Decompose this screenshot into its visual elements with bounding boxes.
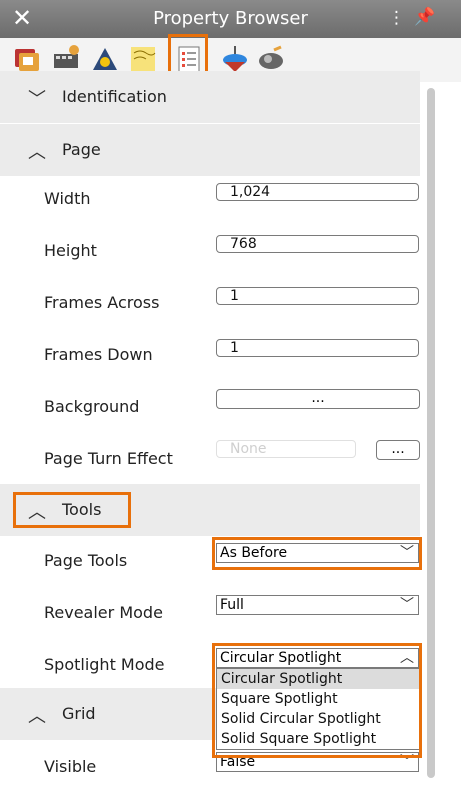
page-tools-highlight xyxy=(212,537,422,570)
chevron-down-icon: ﹀ xyxy=(28,89,46,110)
vertical-scrollbar[interactable] xyxy=(427,88,435,778)
pin-icon[interactable]: 📌 xyxy=(414,7,435,27)
chevron-up-icon: ︿ xyxy=(28,142,46,163)
section-identification[interactable]: ﹀ Identification xyxy=(0,71,420,123)
spotlight-mode-label: Spotlight Mode xyxy=(44,655,165,674)
page-turn-field: None xyxy=(216,440,356,458)
note-icon[interactable] xyxy=(128,44,158,74)
title-bar: ✕ Property Browser ⋮ 📌 xyxy=(0,0,461,38)
background-label: Background xyxy=(44,397,140,416)
revealer-mode-label: Revealer Mode xyxy=(44,603,163,622)
chevron-down-icon: ﹀ xyxy=(400,597,414,613)
spotlight-highlight xyxy=(212,643,422,758)
section-title: Grid xyxy=(62,704,96,723)
frames-down-label: Frames Down xyxy=(44,345,153,364)
page-tools-label: Page Tools xyxy=(44,551,128,570)
background-button[interactable]: ... xyxy=(216,389,420,409)
tools-highlight xyxy=(13,492,131,528)
grid-visible-label: Visible xyxy=(44,757,97,776)
section-title: Identification xyxy=(62,87,167,106)
height-label: Height xyxy=(44,241,97,260)
section-page[interactable]: ︿ Page xyxy=(0,124,420,176)
frames-down-field[interactable]: 1 xyxy=(216,339,419,357)
width-label: Width xyxy=(44,189,91,208)
height-field[interactable]: 768 xyxy=(216,235,419,253)
section-title: Page xyxy=(62,140,101,159)
spinner-top-icon[interactable] xyxy=(220,44,250,74)
width-field[interactable]: 1,024 xyxy=(216,183,419,201)
page-properties-icon[interactable] xyxy=(12,44,42,74)
frames-across-field[interactable]: 1 xyxy=(216,287,419,305)
page-turn-label: Page Turn Effect xyxy=(44,449,173,468)
revealer-mode-select[interactable]: Full ﹀ xyxy=(216,595,419,615)
chevron-up-icon: ︿ xyxy=(28,706,46,727)
revealer-mode-value: Full xyxy=(220,597,244,613)
tuner-icon[interactable] xyxy=(256,44,286,74)
frames-across-label: Frames Across xyxy=(44,293,160,312)
media-icon[interactable] xyxy=(52,44,82,74)
menu-icon[interactable]: ⋮ xyxy=(388,8,405,28)
page-turn-button[interactable]: ... xyxy=(376,440,420,460)
tools-icon[interactable] xyxy=(90,44,120,74)
